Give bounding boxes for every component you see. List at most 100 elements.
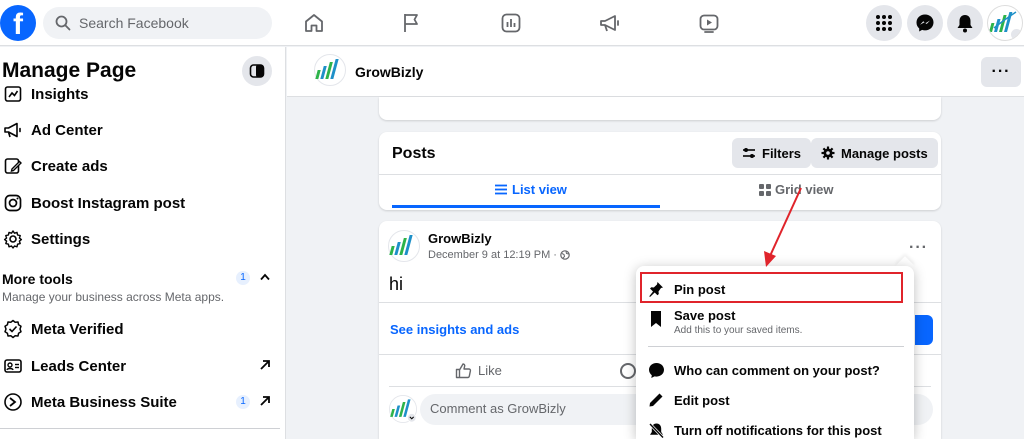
- bell-icon: [957, 15, 973, 33]
- search-icon: [55, 15, 71, 31]
- page-info-card: [379, 97, 941, 120]
- sidebar-divider: [0, 428, 280, 429]
- tabs-divider: [379, 174, 941, 175]
- comment-input[interactable]: [430, 401, 630, 416]
- menu-divider: [648, 346, 904, 347]
- facebook-logo[interactable]: f: [0, 5, 36, 41]
- grid-icon: [759, 183, 771, 196]
- megaphone-icon: [2, 119, 24, 141]
- meta-separator: ·: [553, 249, 557, 261]
- page-name[interactable]: GrowBizly: [355, 64, 423, 80]
- pencil-icon: [2, 155, 24, 177]
- sidebar-item-settings[interactable]: Settings: [0, 222, 280, 256]
- like-button[interactable]: Like: [455, 362, 502, 379]
- menu-item-label: Edit post: [674, 393, 730, 408]
- sidebar-item-label: Meta Business Suite: [31, 393, 177, 411]
- insights-icon: [2, 83, 24, 105]
- video-icon[interactable]: [697, 11, 721, 35]
- verified-icon: [2, 318, 24, 340]
- menu-item-sublabel: Add this to your saved items.: [674, 325, 803, 336]
- profile-avatar[interactable]: [987, 5, 1023, 41]
- grid-menu-icon: [876, 15, 892, 31]
- boost-post-button[interactable]: [915, 315, 933, 345]
- menu-button[interactable]: [866, 5, 902, 41]
- instagram-icon: [2, 192, 24, 214]
- sidebar-item-insights[interactable]: Insights: [0, 77, 280, 111]
- megaphone-icon[interactable]: [598, 11, 622, 35]
- chevron-up-icon[interactable]: [260, 273, 270, 281]
- tab-grid-view[interactable]: Grid view: [759, 182, 834, 197]
- globe-icon: [560, 250, 570, 260]
- sidebar-item-meta-verified[interactable]: Meta Verified: [0, 312, 280, 346]
- sidebar-item-label: Insights: [31, 85, 89, 103]
- menu-item-turn-off-notifications[interactable]: Turn off notifications for this post: [636, 416, 914, 439]
- growbizly-logo-icon[interactable]: [388, 230, 420, 262]
- growbizly-logo-icon[interactable]: [314, 54, 346, 86]
- posts-card: Posts Filters Manage posts List view Gri…: [379, 132, 941, 210]
- sidebar-item-label: Settings: [31, 230, 91, 248]
- chevron-down-icon: [1010, 28, 1022, 40]
- business-suite-icon: [2, 391, 24, 413]
- pin-post-highlight-box: [640, 272, 903, 303]
- more-tools-heading: More tools: [2, 271, 73, 287]
- post-author[interactable]: GrowBizly: [428, 231, 492, 246]
- sidebar-item-label: Meta Verified: [31, 320, 124, 338]
- search-input[interactable]: [79, 15, 259, 31]
- active-tab-indicator: [392, 205, 660, 208]
- filters-label: Filters: [762, 145, 802, 161]
- menu-item-label: Who can comment on your post?: [674, 363, 880, 378]
- bell-off-icon: [647, 421, 665, 439]
- post-date[interactable]: December 9 at 12:19 PM: [428, 249, 550, 261]
- home-icon[interactable]: [302, 11, 326, 35]
- tab-label: Grid view: [775, 182, 834, 197]
- sidebar-item-create-ads[interactable]: Create ads: [0, 149, 280, 183]
- leads-icon: [2, 355, 24, 377]
- posts-title: Posts: [392, 145, 436, 162]
- sidebar-item-boost-instagram[interactable]: Boost Instagram post: [0, 186, 280, 220]
- menu-item-label: Save post: [674, 308, 736, 323]
- growbizly-logo-icon[interactable]: [389, 395, 417, 423]
- manage-posts-button[interactable]: Manage posts: [811, 138, 938, 168]
- sidebar-item-label: Create ads: [31, 157, 108, 175]
- tab-list-view[interactable]: List view: [495, 182, 567, 197]
- manage-page-sidebar: Manage Page Insights Ad Center Create ad…: [0, 47, 286, 439]
- messenger-icon: [916, 14, 934, 32]
- messenger-button[interactable]: [907, 5, 943, 41]
- notification-badge: 1: [236, 395, 250, 409]
- page-more-button[interactable]: ···: [981, 57, 1021, 87]
- notifications-button[interactable]: [947, 5, 983, 41]
- top-navigation-bar: f: [0, 0, 1024, 46]
- external-link-arrow-icon: [260, 360, 270, 370]
- thumbs-up-icon: [455, 363, 472, 379]
- sidebar-item-leads-center[interactable]: Leads Center: [0, 349, 280, 383]
- post-meta: December 9 at 12:19 PM ·: [428, 249, 570, 261]
- more-tools-badge: 1: [236, 271, 250, 285]
- search-bar[interactable]: [43, 7, 272, 39]
- menu-item-label: Turn off notifications for this post: [674, 423, 882, 438]
- more-tools-subtitle: Manage your business across Meta apps.: [2, 290, 225, 304]
- tab-label: List view: [512, 182, 567, 197]
- menu-item-comment-settings[interactable]: Who can comment on your post?: [636, 356, 914, 386]
- post-body: hi: [389, 274, 404, 294]
- gear-icon: [821, 146, 835, 160]
- filters-button[interactable]: Filters: [732, 138, 812, 168]
- flag-icon[interactable]: [400, 11, 424, 35]
- sliders-icon: [742, 147, 756, 159]
- comment-bubble-icon: [647, 361, 665, 379]
- see-insights-link[interactable]: See insights and ads: [390, 322, 519, 337]
- sidebar-item-meta-business-suite[interactable]: Meta Business Suite 1: [0, 385, 280, 419]
- menu-item-edit-post[interactable]: Edit post: [636, 386, 914, 416]
- post-options-button[interactable]: ···: [909, 239, 928, 257]
- external-link-arrow-icon: [260, 396, 270, 406]
- sidebar-item-ad-center[interactable]: Ad Center: [0, 113, 280, 147]
- list-icon: [495, 184, 507, 195]
- pencil-icon: [647, 391, 665, 409]
- like-label: Like: [478, 363, 502, 378]
- page-header: GrowBizly ···: [287, 47, 1024, 97]
- manage-posts-label: Manage posts: [841, 145, 928, 161]
- chart-icon[interactable]: [499, 11, 523, 35]
- menu-item-save-post[interactable]: Save post Add this to your saved items.: [636, 306, 914, 346]
- gear-icon: [2, 228, 24, 250]
- bookmark-icon: [647, 310, 665, 328]
- comment-icon[interactable]: [620, 363, 636, 379]
